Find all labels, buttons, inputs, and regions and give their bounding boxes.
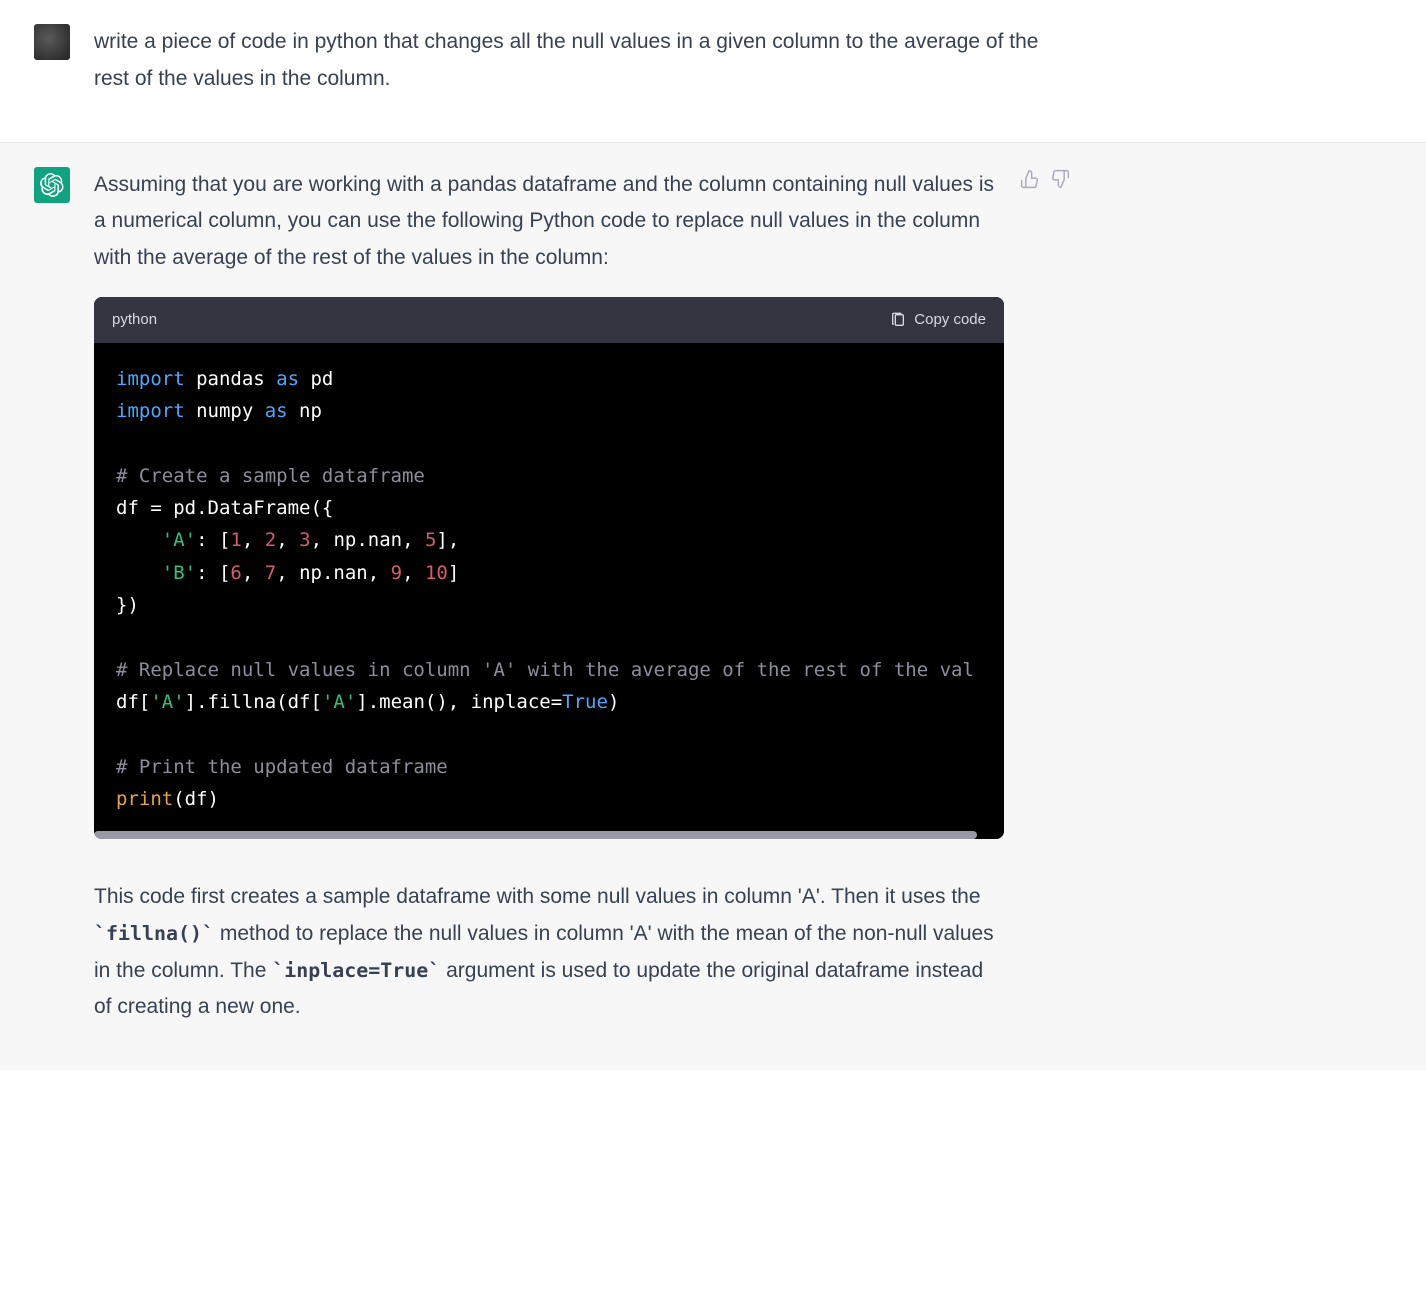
inline-code: `fillna()` <box>94 921 214 945</box>
thumbs-up-icon <box>1020 169 1040 189</box>
thumbs-down-icon <box>1050 169 1070 189</box>
code-language-label: python <box>112 307 157 333</box>
code-block-header: python Copy code <box>94 297 1004 343</box>
thumbs-down-button[interactable] <box>1050 169 1070 194</box>
copy-code-button[interactable]: Copy code <box>890 307 986 333</box>
user-content: write a piece of code in python that cha… <box>94 24 1094 118</box>
user-message-row: write a piece of code in python that cha… <box>0 0 1426 143</box>
user-avatar <box>34 24 70 60</box>
horizontal-scrollbar[interactable] <box>94 831 1004 839</box>
copy-code-label: Copy code <box>914 307 986 333</box>
assistant-content: Assuming that you are working with a pan… <box>94 167 1094 1047</box>
clipboard-icon <box>890 312 906 328</box>
avatar-column <box>34 167 70 1047</box>
feedback-buttons <box>1020 167 1070 194</box>
user-message-text: write a piece of code in python that cha… <box>94 24 1070 98</box>
openai-logo-icon <box>40 173 64 197</box>
inline-code: `inplace=True` <box>272 958 440 982</box>
code-block: python Copy code import pandas as pd imp… <box>94 297 1004 839</box>
assistant-avatar <box>34 167 70 203</box>
avatar-column <box>34 24 70 118</box>
assistant-intro-text: Assuming that you are working with a pan… <box>94 167 1004 277</box>
thumbs-up-button[interactable] <box>1020 169 1040 194</box>
code-content[interactable]: import pandas as pd import numpy as np #… <box>94 343 1004 831</box>
assistant-message-row: Assuming that you are working with a pan… <box>0 143 1426 1071</box>
assistant-outro-text: This code first creates a sample datafra… <box>94 879 1004 1026</box>
